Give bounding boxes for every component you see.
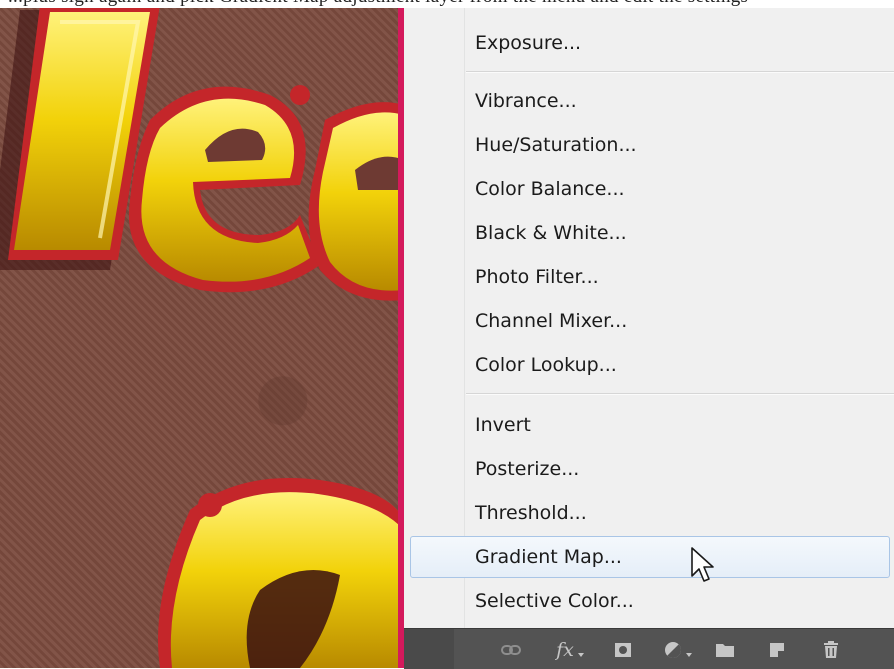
menu-item-vibrance[interactable]: Vibrance...: [404, 80, 894, 122]
adjustment-layer-icon[interactable]: [662, 639, 684, 661]
caption-text: ...plus sign again and pick Gradient Map…: [8, 0, 748, 8]
gold-text-artwork: [0, 5, 404, 668]
menu-item-color-balance[interactable]: Color Balance...: [404, 168, 894, 210]
menu-separator: [466, 71, 894, 73]
toolbar-spacer: [404, 629, 454, 669]
folder-icon[interactable]: [714, 639, 736, 661]
menu-item-posterize[interactable]: Posterize...: [404, 448, 894, 490]
fx-icon[interactable]: fx: [554, 639, 576, 661]
menu-item-threshold[interactable]: Threshold...: [404, 492, 894, 534]
chevron-down-icon: [578, 653, 584, 657]
link-icon[interactable]: [500, 639, 522, 661]
new-layer-icon[interactable]: [766, 639, 788, 661]
menu-item-hue-saturation[interactable]: Hue/Saturation...: [404, 124, 894, 166]
trash-icon[interactable]: [820, 639, 842, 661]
menu-item-black-white[interactable]: Black & White...: [404, 212, 894, 254]
menu-separator: [466, 393, 894, 395]
layer-mask-icon[interactable]: [612, 639, 634, 661]
menu-item-invert[interactable]: Invert: [404, 404, 894, 446]
menu-item-gradient-map[interactable]: Gradient Map...: [410, 536, 890, 578]
menu-item-color-lookup[interactable]: Color Lookup...: [404, 344, 894, 386]
caption-strip: ...plus sign again and pick Gradient Map…: [0, 0, 894, 8]
menu-item-exposure[interactable]: Exposure...: [404, 22, 894, 64]
menu-item-channel-mixer[interactable]: Channel Mixer...: [404, 300, 894, 342]
mouse-cursor-icon: [691, 547, 714, 582]
adjustment-layer-menu: Exposure... Vibrance... Hue/Saturation..…: [404, 0, 894, 628]
canvas-artwork: [0, 0, 404, 668]
layers-panel-toolbar: fx: [404, 628, 894, 669]
chevron-down-icon: [686, 653, 692, 657]
menu-item-photo-filter[interactable]: Photo Filter...: [404, 256, 894, 298]
menu-item-selective-color[interactable]: Selective Color...: [404, 580, 894, 622]
